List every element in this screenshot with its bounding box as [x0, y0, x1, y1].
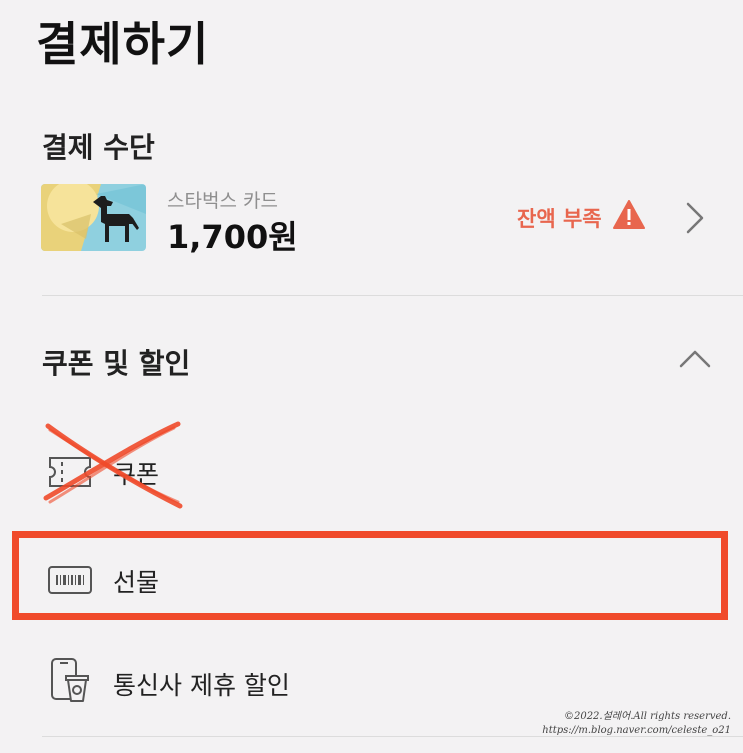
- card-name: 스타벅스 카드: [167, 190, 278, 212]
- coupon-label: 쿠폰: [113, 460, 160, 489]
- card-balance: 1,700원: [167, 218, 298, 256]
- starbucks-card-row[interactable]: 스타벅스 카드 1,700원 잔액 부족: [0, 178, 743, 258]
- telecom-discount-option[interactable]: 통신사 제휴 할인: [0, 648, 743, 718]
- payment-screen: 결제하기 결제 수단 스타벅스 카드 1,700원 잔액 부족 쿠폰 및 할인 …: [0, 0, 743, 753]
- watermark: ©2022.설레어.All rights reserved. https://m…: [542, 710, 731, 738]
- warning-triangle-icon: [613, 200, 645, 230]
- phone-cup-icon: [46, 656, 94, 704]
- coupon-discount-title: 쿠폰 및 할인: [42, 347, 191, 380]
- telecom-label: 통신사 제휴 할인: [113, 671, 290, 700]
- card-image: [41, 184, 146, 251]
- coupon-option[interactable]: 쿠폰: [0, 437, 743, 507]
- chevron-up-icon[interactable]: [677, 346, 713, 370]
- low-balance-label: 잔액 부족: [517, 207, 602, 231]
- watermark-copyright: ©2022.설레어.All rights reserved.: [563, 711, 731, 722]
- gift-option[interactable]: 선물: [0, 545, 743, 615]
- divider: [42, 295, 743, 296]
- page-title: 결제하기: [36, 17, 210, 71]
- chevron-right-icon[interactable]: [683, 200, 707, 236]
- payment-method-title: 결제 수단: [42, 131, 155, 164]
- gift-card-icon: [46, 560, 94, 600]
- watermark-url: https://m.blog.naver.com/celeste_o21: [542, 725, 731, 736]
- gift-label: 선물: [113, 568, 160, 597]
- ticket-icon: [46, 452, 94, 492]
